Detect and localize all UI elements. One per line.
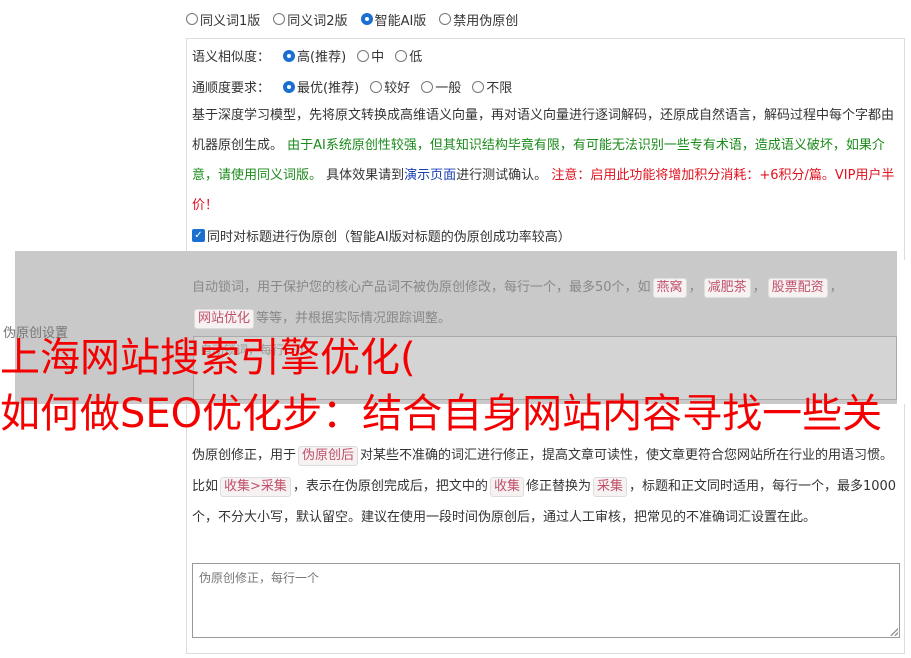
description-text: 进行测试确认。 xyxy=(456,168,552,183)
fluency-label: 通顺度要求： xyxy=(192,81,271,96)
resize-handle-icon[interactable] xyxy=(890,628,898,636)
radio-dot xyxy=(370,80,383,93)
keyword-tag: 收集>采集 xyxy=(220,477,291,497)
demo-page-link[interactable]: 演示页面 xyxy=(404,168,456,183)
radio-dot xyxy=(360,13,373,25)
radio-dot xyxy=(273,13,286,25)
radio-dot xyxy=(395,49,408,62)
radio-dot xyxy=(472,80,485,93)
lock-words-description: 自动锁词，用于保护您的核心产品词不被伪原创修改，每行一个，最多50个，如 燕窝，减… xyxy=(192,272,897,334)
radio-synonym-v2[interactable]: 同义词2版 xyxy=(273,10,348,29)
radio-fluency-best[interactable]: 最优(推荐) xyxy=(283,77,359,96)
correction-description: 伪原创修正，用于 伪原创后 对某些不准确的词汇进行修正，提高文章可读性，使文章更符合… xyxy=(192,440,899,533)
keyword-tag: 采集 xyxy=(592,477,627,497)
keyword-tag: 伪原创后 xyxy=(298,446,359,466)
radio-fluency-good[interactable]: 较好 xyxy=(370,77,410,96)
radio-label: 同义词1版 xyxy=(200,13,261,29)
lock-words-text: 自动锁词，用于保护您的核心产品词不被伪原创修改，每行一个，最多50个，如 xyxy=(192,280,651,295)
keyword-tag: 燕窝 xyxy=(652,278,687,298)
radio-similarity-medium[interactable]: 中 xyxy=(357,46,384,65)
radio-label: 一般 xyxy=(435,81,462,96)
check-icon: ✓ xyxy=(192,229,205,242)
correction-textarea[interactable]: 伪原创修正，每行一个 xyxy=(192,563,900,638)
correction-text: ，表示在伪原创完成后，把文中的 xyxy=(292,479,488,494)
separator: ， xyxy=(829,280,843,295)
fluency-row: 通顺度要求： 最优(推荐) 较好 一般 不限 xyxy=(192,77,512,96)
radio-similarity-high[interactable]: 高(推荐) xyxy=(283,46,346,65)
title-rewrite-checkbox[interactable]: ✓ 同时对标题进行伪原创（智能AI版对标题的伪原创成功率较高） xyxy=(192,226,571,245)
similarity-row: 语义相似度： 高(推荐) 中 低 xyxy=(192,46,422,65)
separator: ， xyxy=(752,280,766,295)
similarity-label: 语义相似度： xyxy=(192,50,271,65)
version-radio-group: 同义词1版 同义词2版 智能AI版 禁用伪原创 xyxy=(186,9,518,29)
checkbox-label: 同时对标题进行伪原创（智能AI版对标题的伪原创成功率较高） xyxy=(207,230,571,245)
radio-label: 智能AI版 xyxy=(374,13,427,29)
keyword-tag: 收集 xyxy=(489,477,524,497)
radio-dot xyxy=(283,80,296,93)
radio-dot xyxy=(283,49,296,62)
correction-text: 伪原创修正，用于 xyxy=(192,448,297,463)
radio-ai-version[interactable]: 智能AI版 xyxy=(360,10,427,29)
textarea-placeholder: 伪原创修正，每行一个 xyxy=(199,571,320,585)
radio-label: 低 xyxy=(409,50,423,65)
radio-disable-rewrite[interactable]: 禁用伪原创 xyxy=(439,10,518,29)
keyword-tag: 股票配资 xyxy=(767,278,828,298)
radio-label: 较好 xyxy=(384,81,411,96)
lock-words-text: 等等，并根据实际情况跟踪调整。 xyxy=(256,311,452,326)
keyword-tag: 网站优化 xyxy=(194,309,255,329)
radio-dot xyxy=(421,80,434,93)
radio-fluency-any[interactable]: 不限 xyxy=(472,77,512,96)
radio-label: 高(推荐) xyxy=(297,50,347,65)
ai-description: 基于深度学习模型，先将原文转换成高维语义向量，再对语义向量进行逐词解码，还原成自… xyxy=(192,101,899,221)
description-text: 具体效果请到 xyxy=(322,168,405,183)
correction-text: 修正替换为 xyxy=(525,479,591,494)
radio-label: 中 xyxy=(371,50,385,65)
separator: ， xyxy=(688,280,702,295)
radio-label: 不限 xyxy=(486,81,513,96)
radio-synonym-v1[interactable]: 同义词1版 xyxy=(186,10,260,29)
lock-words-textarea[interactable]: 自动锁词，每行一个 xyxy=(193,336,897,400)
radio-fluency-normal[interactable]: 一般 xyxy=(421,77,461,96)
radio-similarity-low[interactable]: 低 xyxy=(395,46,422,65)
radio-label: 同义词2版 xyxy=(287,13,348,29)
radio-label: 禁用伪原创 xyxy=(453,13,519,29)
keyword-tag: 减肥茶 xyxy=(703,278,751,298)
radio-label: 最优(推荐) xyxy=(297,81,360,96)
radio-dot xyxy=(439,13,452,25)
radio-dot xyxy=(357,49,370,62)
radio-dot xyxy=(186,13,198,25)
rewrite-settings-label: 伪原创设置 xyxy=(3,326,69,341)
